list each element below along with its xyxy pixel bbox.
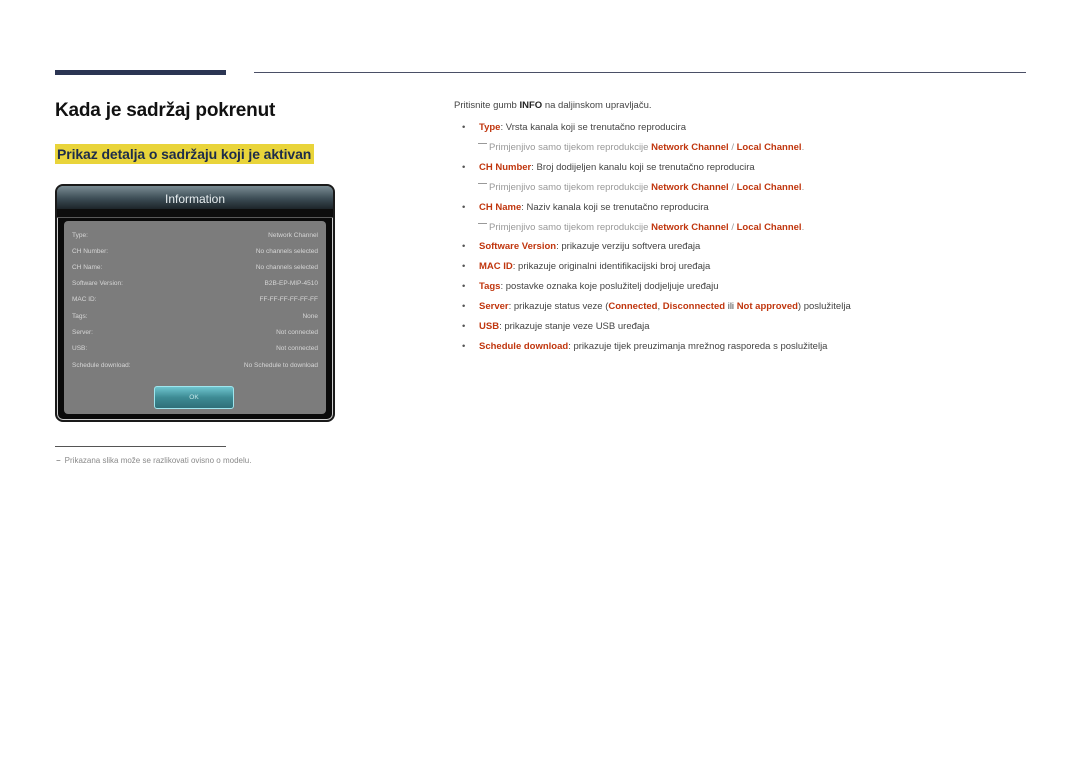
intro-before: Pritisnite gumb bbox=[454, 100, 520, 111]
info-row-mac-id: MAC ID: FF-FF-FF-FF-FF-FF bbox=[72, 293, 318, 307]
info-value: FF-FF-FF-FF-FF-FF bbox=[259, 296, 318, 303]
status-disconnected: Disconnected bbox=[662, 301, 726, 312]
term: Server bbox=[479, 301, 509, 312]
note-mark-icon bbox=[478, 223, 487, 224]
description: : Vrsta kanala koji se trenutačno reprod… bbox=[500, 122, 686, 133]
info-label: MAC ID: bbox=[72, 296, 97, 303]
information-dialog: Information Type: Network Channel CH Num… bbox=[55, 184, 335, 422]
info-value: Not connected bbox=[276, 345, 318, 352]
info-value: No Schedule to download bbox=[243, 362, 318, 369]
bullet: • bbox=[462, 321, 466, 332]
info-row-server: Server: Not connected bbox=[72, 326, 318, 340]
bullet: • bbox=[462, 261, 466, 272]
info-label: Server: bbox=[72, 329, 93, 336]
status-connected: Connected bbox=[608, 301, 658, 312]
header-accent-bar bbox=[55, 70, 226, 75]
status-not-approved: Not approved bbox=[736, 301, 798, 312]
info-row-software-version: Software Version: B2B-EP-MIP-4510 bbox=[72, 277, 318, 291]
note-end: . bbox=[801, 142, 805, 153]
note: Primjenjivo samo tijekom reprodukcije Ne… bbox=[478, 142, 804, 153]
info-label: Tags: bbox=[72, 313, 88, 320]
dialog-header-strip bbox=[57, 209, 333, 218]
info-value: No channels selected bbox=[255, 264, 318, 271]
note-term: Network Channel bbox=[651, 222, 729, 233]
term: CH Name bbox=[479, 202, 522, 213]
header-rule bbox=[254, 72, 1026, 73]
info-value: No channels selected bbox=[255, 248, 318, 255]
description: : prikazuje verziju softvera uređaja bbox=[556, 241, 701, 252]
term: USB bbox=[479, 321, 500, 332]
term: MAC ID bbox=[479, 261, 513, 272]
description: : postavke oznaka koje poslužitelj dodje… bbox=[500, 281, 719, 292]
term: Type bbox=[479, 122, 501, 133]
description: : prikazuje originalni identifikacijski … bbox=[512, 261, 711, 272]
term: Schedule download bbox=[479, 341, 569, 352]
footnote: − Prikazana slika može se razlikovati ovi… bbox=[56, 456, 251, 465]
dialog-body: Type: Network Channel CH Number: No chan… bbox=[64, 221, 326, 414]
term: Tags bbox=[479, 281, 501, 292]
note-text: Primjenjivo samo tijekom reprodukcije bbox=[489, 142, 652, 153]
info-label: Software Version: bbox=[72, 280, 123, 287]
bullet: • bbox=[462, 241, 466, 252]
note-term: Network Channel bbox=[651, 142, 729, 153]
info-value: Not connected bbox=[276, 329, 318, 336]
note-sep: / bbox=[728, 142, 737, 153]
note-term: Network Channel bbox=[651, 182, 729, 193]
info-row-tags: Tags: None bbox=[72, 310, 318, 324]
description: : Broj dodijeljen kanalu koji se trenuta… bbox=[531, 162, 755, 173]
intro-after: na daljinskom upravljaču. bbox=[542, 100, 652, 111]
term: CH Number bbox=[479, 162, 532, 173]
dialog-title: Information bbox=[57, 186, 333, 209]
note: Primjenjivo samo tijekom reprodukcije Ne… bbox=[478, 222, 804, 233]
bullet: • bbox=[462, 122, 466, 133]
info-row-ch-name: CH Name: No channels selected bbox=[72, 261, 318, 275]
bullet: • bbox=[462, 202, 466, 213]
info-label: USB: bbox=[72, 345, 88, 352]
footnote-dash: − bbox=[56, 456, 61, 465]
info-row-schedule-download: Schedule download: No Schedule to downlo… bbox=[72, 359, 318, 373]
footnote-text: Prikazana slika može se razlikovati ovis… bbox=[64, 456, 252, 465]
separator: ili bbox=[725, 301, 737, 312]
term: Software Version bbox=[479, 241, 557, 252]
note-end: . bbox=[801, 222, 805, 233]
info-label: Type: bbox=[72, 232, 88, 239]
info-row-usb: USB: Not connected bbox=[72, 342, 318, 356]
note-text: Primjenjivo samo tijekom reprodukcije bbox=[489, 222, 652, 233]
page-title: Kada je sadržaj pokrenut bbox=[55, 100, 276, 121]
bullet: • bbox=[462, 301, 466, 312]
bullet: • bbox=[462, 341, 466, 352]
note-mark-icon bbox=[478, 143, 487, 144]
description: : prikazuje tijek preuzimanja mrežnog ra… bbox=[568, 341, 828, 352]
description: : Naziv kanala koji se trenutačno reprod… bbox=[521, 202, 709, 213]
note-term: Local Channel bbox=[736, 182, 802, 193]
info-value: None bbox=[302, 313, 318, 320]
description: : prikazuje stanje veze USB uređaja bbox=[499, 321, 650, 332]
ok-button[interactable]: OK bbox=[154, 386, 234, 409]
note-text: Primjenjivo samo tijekom reprodukcije bbox=[489, 182, 652, 193]
description-end: ) poslužitelja bbox=[797, 301, 851, 312]
note-end: . bbox=[801, 182, 805, 193]
info-value: Network Channel bbox=[268, 232, 318, 239]
footnote-rule bbox=[55, 446, 226, 447]
description: : prikazuje status veze ( bbox=[508, 301, 609, 312]
info-key: INFO bbox=[519, 100, 543, 111]
bullet: • bbox=[462, 281, 466, 292]
info-row-type: Type: Network Channel bbox=[72, 229, 318, 243]
info-value: B2B-EP-MIP-4510 bbox=[264, 280, 318, 287]
note: Primjenjivo samo tijekom reprodukcije Ne… bbox=[478, 182, 804, 193]
note-term: Local Channel bbox=[736, 142, 802, 153]
note-mark-icon bbox=[478, 183, 487, 184]
note-sep: / bbox=[728, 182, 737, 193]
info-label: CH Name: bbox=[72, 264, 103, 271]
note-sep: / bbox=[728, 222, 737, 233]
section-title: Prikaz detalja o sadržaju koji je aktiva… bbox=[55, 144, 315, 164]
info-row-ch-number: CH Number: No channels selected bbox=[72, 245, 318, 259]
intro-text: Pritisnite gumb INFO na daljinskom uprav… bbox=[454, 100, 652, 111]
info-label: CH Number: bbox=[72, 248, 109, 255]
note-term: Local Channel bbox=[736, 222, 802, 233]
info-label: Schedule download: bbox=[72, 362, 131, 369]
bullet: • bbox=[462, 162, 466, 173]
